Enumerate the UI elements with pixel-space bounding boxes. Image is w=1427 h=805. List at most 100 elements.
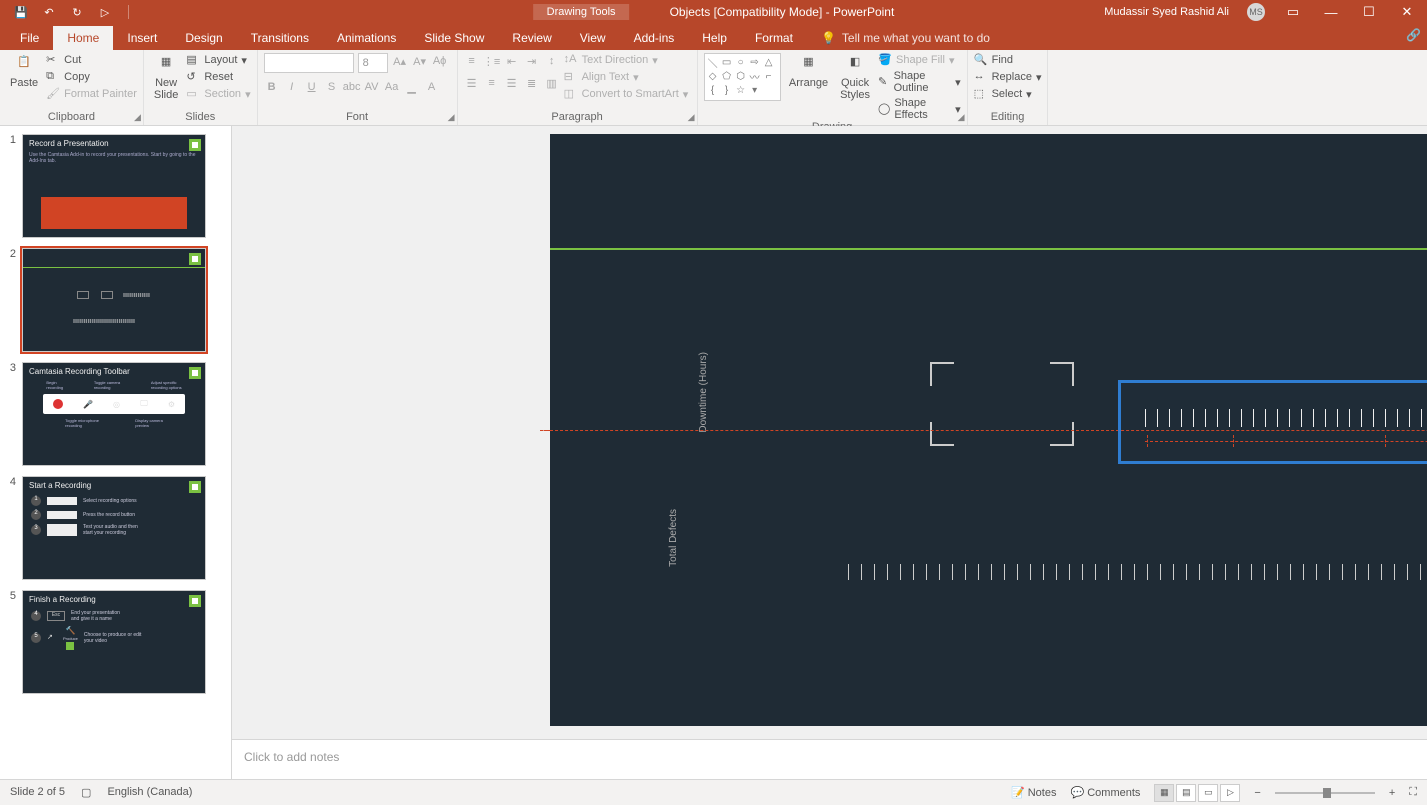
align-text-button[interactable]: ⊟Align Text▾ [564, 70, 689, 84]
crop-mark-br[interactable] [1050, 422, 1074, 446]
tab-file[interactable]: File [6, 26, 53, 50]
select-button[interactable]: ⬚Select▾ [974, 87, 1042, 101]
start-from-beginning-icon[interactable]: ▷ [98, 5, 112, 19]
italic-icon[interactable]: I [284, 79, 300, 95]
shape-brace-icon[interactable]: { [707, 84, 719, 96]
font-name-input[interactable] [264, 53, 354, 73]
slide-thumbnails[interactable]: 1 Record a Presentation Use the Camtasia… [0, 126, 232, 779]
font-color-icon[interactable]: A [424, 79, 440, 95]
tab-animations[interactable]: Animations [323, 26, 410, 50]
thumb-slide-5[interactable]: Finish a Recording 4EscEnd your presenta… [22, 590, 206, 694]
shadow-icon[interactable]: abc [344, 79, 360, 95]
minimize-icon[interactable]: — [1321, 5, 1341, 20]
shapes-gallery[interactable]: ＼ ▭ ○ ⇨ △ ◇ ⬠ ⬡ 〰 ⌐ { } ☆ ▾ [704, 53, 781, 101]
shape-fill-button[interactable]: 🪣Shape Fill▾ [878, 53, 961, 67]
slideshow-view-icon[interactable]: ▷ [1220, 784, 1240, 802]
spellcheck-icon[interactable]: ▢ [81, 786, 91, 799]
normal-view-icon[interactable]: ▦ [1154, 784, 1174, 802]
format-painter-button[interactable]: 🖌Format Painter [46, 87, 137, 101]
save-icon[interactable]: 💾 [14, 5, 28, 19]
thumb-slide-1[interactable]: Record a Presentation Use the Camtasia A… [22, 134, 206, 238]
replace-button[interactable]: ↔Replace▾ [974, 70, 1042, 84]
tab-slideshow[interactable]: Slide Show [410, 26, 498, 50]
line-spacing-icon[interactable]: ↕ [544, 53, 560, 69]
axis-label-1[interactable]: Downtime (Hours) [698, 352, 709, 433]
crop-mark-bl[interactable] [930, 422, 954, 446]
thumb-slide-2[interactable]: ‖‖‖‖‖‖‖‖‖‖‖‖‖ ‖‖‖‖‖‖‖‖‖‖‖‖‖‖‖‖‖‖‖‖‖‖‖‖‖‖… [22, 248, 206, 352]
quick-styles-button[interactable]: ◧Quick Styles [836, 53, 874, 103]
fit-to-window-icon[interactable]: ⛶ [1409, 786, 1417, 799]
shape-pentagon-icon[interactable]: ⬠ [721, 70, 733, 82]
drawing-launcher-icon[interactable]: ◢ [958, 112, 965, 123]
align-right-icon[interactable]: ☰ [504, 75, 520, 91]
zoom-slider[interactable] [1275, 792, 1375, 794]
increase-indent-icon[interactable]: ⇥ [524, 53, 540, 69]
smartart-button[interactable]: ◫Convert to SmartArt▾ [564, 87, 689, 101]
bullets-icon[interactable]: ≡ [464, 53, 480, 69]
align-left-icon[interactable]: ☰ [464, 75, 480, 91]
bold-icon[interactable]: B [264, 79, 280, 95]
sorter-view-icon[interactable]: ▤ [1176, 784, 1196, 802]
selected-object[interactable]: document.write(Array.from({length:40},()… [1118, 380, 1427, 464]
find-button[interactable]: 🔍Find [974, 53, 1042, 67]
user-name[interactable]: Mudassir Syed Rashid Ali [1104, 6, 1229, 18]
justify-icon[interactable]: ≣ [524, 75, 540, 91]
shape-more-icon[interactable]: ▾ [749, 84, 761, 96]
highlight-icon[interactable]: ▁ [404, 79, 420, 95]
decrease-indent-icon[interactable]: ⇤ [504, 53, 520, 69]
crop-mark-tr[interactable] [1050, 362, 1074, 386]
numbering-icon[interactable]: ⋮≡ [484, 53, 500, 69]
shape-hexagon-icon[interactable]: ⬡ [735, 70, 747, 82]
section-button[interactable]: ▭Section▾ [186, 87, 250, 101]
tab-format[interactable]: Format [741, 26, 807, 50]
clipboard-launcher-icon[interactable]: ◢ [134, 112, 141, 123]
new-slide-button[interactable]: ▦ New Slide [150, 53, 182, 103]
close-icon[interactable]: ✕ [1397, 4, 1417, 20]
font-size-input[interactable] [358, 53, 388, 73]
zoom-out-icon[interactable]: − [1254, 787, 1260, 799]
thumb-slide-4[interactable]: Start a Recording 1Select recording opti… [22, 476, 206, 580]
shape-effects-button[interactable]: ◯Shape Effects▾ [878, 97, 961, 121]
shape-rect-icon[interactable]: ▭ [721, 56, 733, 68]
zoom-in-icon[interactable]: + [1389, 787, 1395, 799]
strikethrough-icon[interactable]: S [324, 79, 340, 95]
comments-toggle[interactable]: 💬 Comments [1070, 786, 1140, 799]
tab-insert[interactable]: Insert [113, 26, 171, 50]
slide-indicator[interactable]: Slide 2 of 5 [10, 786, 65, 799]
user-avatar[interactable]: MS [1247, 3, 1265, 21]
paragraph-launcher-icon[interactable]: ◢ [688, 112, 695, 123]
shape-outline-button[interactable]: ✎Shape Outline▾ [878, 70, 961, 94]
text-direction-button[interactable]: ↕AText Direction▾ [564, 53, 689, 67]
shape-oval-icon[interactable]: ○ [735, 56, 747, 68]
reading-view-icon[interactable]: ▭ [1198, 784, 1218, 802]
paste-button[interactable]: 📋 Paste [6, 53, 42, 91]
axis-label-2[interactable]: Total Defects [668, 509, 679, 567]
decrease-font-icon[interactable]: A▾ [412, 53, 428, 69]
tick-group-lower[interactable]: document.write(Array.from({length:50},()… [848, 564, 1427, 580]
font-launcher-icon[interactable]: ◢ [448, 112, 455, 123]
shape-brace2-icon[interactable]: } [721, 84, 733, 96]
thumb-slide-3[interactable]: Camtasia Recording Toolbar Begin recordi… [22, 362, 206, 466]
tell-me-search[interactable]: 💡 Tell me what you want to do [807, 26, 1004, 50]
copy-button[interactable]: ⧉Copy [46, 70, 137, 84]
tab-addins[interactable]: Add-ins [620, 26, 689, 50]
tab-home[interactable]: Home [53, 26, 113, 50]
align-center-icon[interactable]: ≡ [484, 75, 500, 91]
spacing-icon[interactable]: AV [364, 79, 380, 95]
shape-line-icon[interactable]: ＼ [707, 56, 719, 68]
layout-button[interactable]: ▤Layout▾ [186, 53, 250, 67]
maximize-icon[interactable]: ☐ [1359, 4, 1379, 20]
tab-view[interactable]: View [566, 26, 620, 50]
shape-arrow-icon[interactable]: ⇨ [749, 56, 761, 68]
increase-font-icon[interactable]: A▴ [392, 53, 408, 69]
tab-review[interactable]: Review [498, 26, 565, 50]
shape-diamond-icon[interactable]: ◇ [707, 70, 719, 82]
ribbon-display-icon[interactable]: ▭ [1283, 4, 1303, 20]
shape-curve-icon[interactable]: 〰 [749, 70, 761, 82]
columns-icon[interactable]: ▥ [544, 75, 560, 91]
share-button[interactable]: 🔗 [1406, 28, 1421, 42]
slide-canvas[interactable]: Downtime (Hours) Total Defects document.… [232, 126, 1427, 739]
shape-triangle-icon[interactable]: △ [763, 56, 775, 68]
reset-button[interactable]: ↺Reset [186, 70, 250, 84]
redo-icon[interactable]: ↻ [70, 5, 84, 19]
